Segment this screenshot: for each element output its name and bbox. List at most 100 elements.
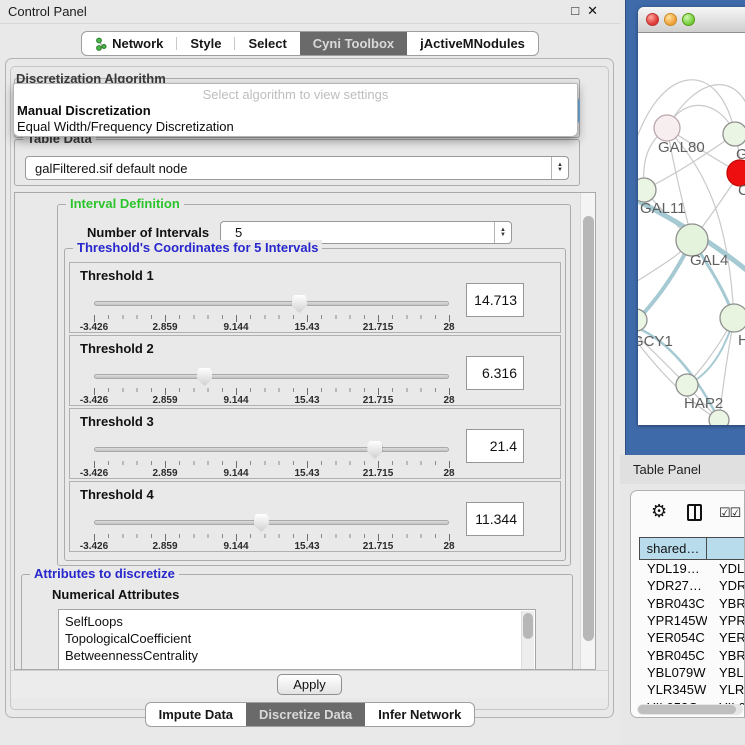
tick-label: 21.715 xyxy=(363,395,394,406)
network-icon xyxy=(95,37,107,51)
network-window-titlebar[interactable] xyxy=(638,7,745,33)
threshold-1-label: Threshold 1 xyxy=(80,268,154,283)
table-cell: YBR0 xyxy=(707,596,745,611)
settings-scroll-area: Interval Definition Number of Intervals … xyxy=(14,192,596,670)
list-item[interactable]: TopologicalCoefficient xyxy=(65,630,535,647)
threshold-2-slider[interactable]: -3.4262.8599.14415.4321.71528 xyxy=(94,362,449,406)
tick-label: 2.859 xyxy=(152,322,177,333)
tab-jactivemnodules[interactable]: jActiveMNodules xyxy=(407,32,538,55)
table-cell: YDR27… xyxy=(639,578,707,593)
tick-label: -3.426 xyxy=(80,541,108,552)
tick-label: 9.144 xyxy=(223,322,248,333)
table-row[interactable]: YER054CYER0 xyxy=(639,629,745,646)
network-node[interactable] xyxy=(638,178,656,202)
threshold-4-slider[interactable]: -3.4262.8599.14415.4321.71528 xyxy=(94,508,449,552)
slider-thumb[interactable] xyxy=(197,368,212,386)
slider-ticks xyxy=(94,534,450,541)
network-node[interactable] xyxy=(709,410,729,425)
float-icon[interactable]: □ xyxy=(571,3,579,19)
network-canvas[interactable]: GAL80 G C GAL11 GAL4 GCY1 H HAP2 xyxy=(638,33,745,425)
slider-thumb[interactable] xyxy=(254,514,269,532)
dropdown-option-manual[interactable]: Manual Discretization xyxy=(17,103,151,118)
slider-track[interactable] xyxy=(94,374,449,379)
column-header[interactable]: shared… xyxy=(639,537,707,560)
numerical-attributes-list[interactable]: SelfLoopsTopologicalCoefficientBetweenne… xyxy=(58,609,536,670)
network-node[interactable] xyxy=(654,115,680,141)
threshold-1-slider[interactable]: -3.4262.8599.14415.4321.71528 xyxy=(94,289,449,333)
tab-infer-network[interactable]: Infer Network xyxy=(365,703,474,726)
close-icon[interactable]: ✕ xyxy=(587,3,598,19)
scrollbar-thumb[interactable] xyxy=(638,705,736,714)
tab-impute-data[interactable]: Impute Data xyxy=(146,703,246,726)
select-columns-icon[interactable]: ☑☑ xyxy=(719,505,740,521)
table-panel-card: ⚙ ☑☑ shared…na YDL19…YDL1YDR27…YDR2YBR04… xyxy=(630,490,745,718)
spinner-arrows-icon[interactable]: ▲▼ xyxy=(494,222,511,243)
list-item[interactable]: SelfLoops xyxy=(65,613,535,630)
tick-label: 2.859 xyxy=(152,395,177,406)
threshold-1-value[interactable]: 14.713 xyxy=(466,283,524,317)
table-row[interactable]: YDR27…YDR2 xyxy=(639,577,745,594)
tab-label: Impute Data xyxy=(159,707,233,722)
network-node[interactable] xyxy=(676,374,698,396)
tick-label: 21.715 xyxy=(363,541,394,552)
slider-track[interactable] xyxy=(94,301,449,306)
scrollbar-thumb[interactable] xyxy=(523,613,533,639)
minimize-traffic-light-icon[interactable] xyxy=(664,13,677,26)
threshold-3-value[interactable]: 21.4 xyxy=(466,429,524,463)
app-root: Control Panel □ ✕ Network xyxy=(0,0,745,745)
numerical-attributes-label: Numerical Attributes xyxy=(52,587,179,602)
column-header[interactable]: na xyxy=(707,537,745,560)
node-table: shared…na YDL19…YDL1YDR27…YDR2YBR043CYBR… xyxy=(639,537,745,705)
table-row[interactable]: YBR045CYBR0 xyxy=(639,646,745,663)
tab-network[interactable]: Network xyxy=(82,32,176,55)
dropdown-option-equal-width[interactable]: Equal Width/Frequency Discretization xyxy=(17,119,234,134)
settings-scrollbar[interactable] xyxy=(580,193,595,669)
slider-thumb[interactable] xyxy=(367,441,382,459)
tick-labels: -3.4262.8599.14415.4321.71528 xyxy=(94,541,449,552)
table-panel-strip: Table Panel xyxy=(620,455,745,484)
table-row[interactable]: YBR043CYBR0 xyxy=(639,595,745,612)
network-node[interactable] xyxy=(720,304,745,332)
panel-title: Control Panel xyxy=(8,4,87,19)
list-item[interactable]: BetweennessCentrality xyxy=(65,647,535,664)
tab-style[interactable]: Style xyxy=(177,32,234,55)
close-traffic-light-icon[interactable] xyxy=(646,13,659,26)
table-row[interactable]: YLR345WYLR3 xyxy=(639,681,745,698)
tick-label: 15.43 xyxy=(294,468,319,479)
threshold-2-row: Threshold 2 -3.4262.8599.14415.4321.7152… xyxy=(69,335,561,406)
table-row[interactable]: YBL079WYBL0 xyxy=(639,664,745,681)
table-hscrollbar[interactable] xyxy=(637,704,743,715)
zoom-traffic-light-icon[interactable] xyxy=(682,13,695,26)
gear-icon[interactable]: ⚙ xyxy=(651,501,667,522)
combobox-arrows-icon[interactable]: ▲▼ xyxy=(551,157,568,179)
network-window[interactable]: GAL80 G C GAL11 GAL4 GCY1 H HAP2 xyxy=(638,7,745,425)
tab-cyni-toolbox[interactable]: Cyni Toolbox xyxy=(300,32,407,55)
tick-label: 15.43 xyxy=(294,322,319,333)
slider-track[interactable] xyxy=(94,520,449,525)
tab-select[interactable]: Select xyxy=(235,32,299,55)
threshold-4-value[interactable]: 11.344 xyxy=(466,502,524,536)
apply-button[interactable]: Apply xyxy=(277,674,342,695)
table-row[interactable]: YPR145WYPR1 xyxy=(639,612,745,629)
tick-label: 9.144 xyxy=(223,541,248,552)
scrollbar-thumb[interactable] xyxy=(583,216,594,641)
tick-label: 21.715 xyxy=(363,322,394,333)
columns-icon[interactable] xyxy=(687,504,702,521)
node-label: C xyxy=(738,182,745,199)
threshold-3-slider[interactable]: -3.4262.8599.14415.4321.71528 xyxy=(94,435,449,479)
table-cell: YBR0 xyxy=(707,648,745,663)
table-data-combobox[interactable]: galFiltered.sif default node ▲▼ xyxy=(25,156,569,180)
table-cell: YER054C xyxy=(639,630,707,645)
table-cell: YDL1 xyxy=(707,561,745,576)
tick-label: -3.426 xyxy=(80,468,108,479)
tick-label: 9.144 xyxy=(223,468,248,479)
table-row[interactable]: YDL19…YDL1 xyxy=(639,560,745,577)
slider-track[interactable] xyxy=(94,447,449,452)
threshold-2-value[interactable]: 6.316 xyxy=(466,356,524,390)
network-node[interactable] xyxy=(723,122,745,146)
list-scrollbar[interactable] xyxy=(521,611,534,670)
tab-discretize-data[interactable]: Discretize Data xyxy=(246,703,365,726)
table-cell: YPR145W xyxy=(639,613,707,628)
slider-thumb[interactable] xyxy=(292,295,307,313)
table-cell: YBR043C xyxy=(639,596,707,611)
